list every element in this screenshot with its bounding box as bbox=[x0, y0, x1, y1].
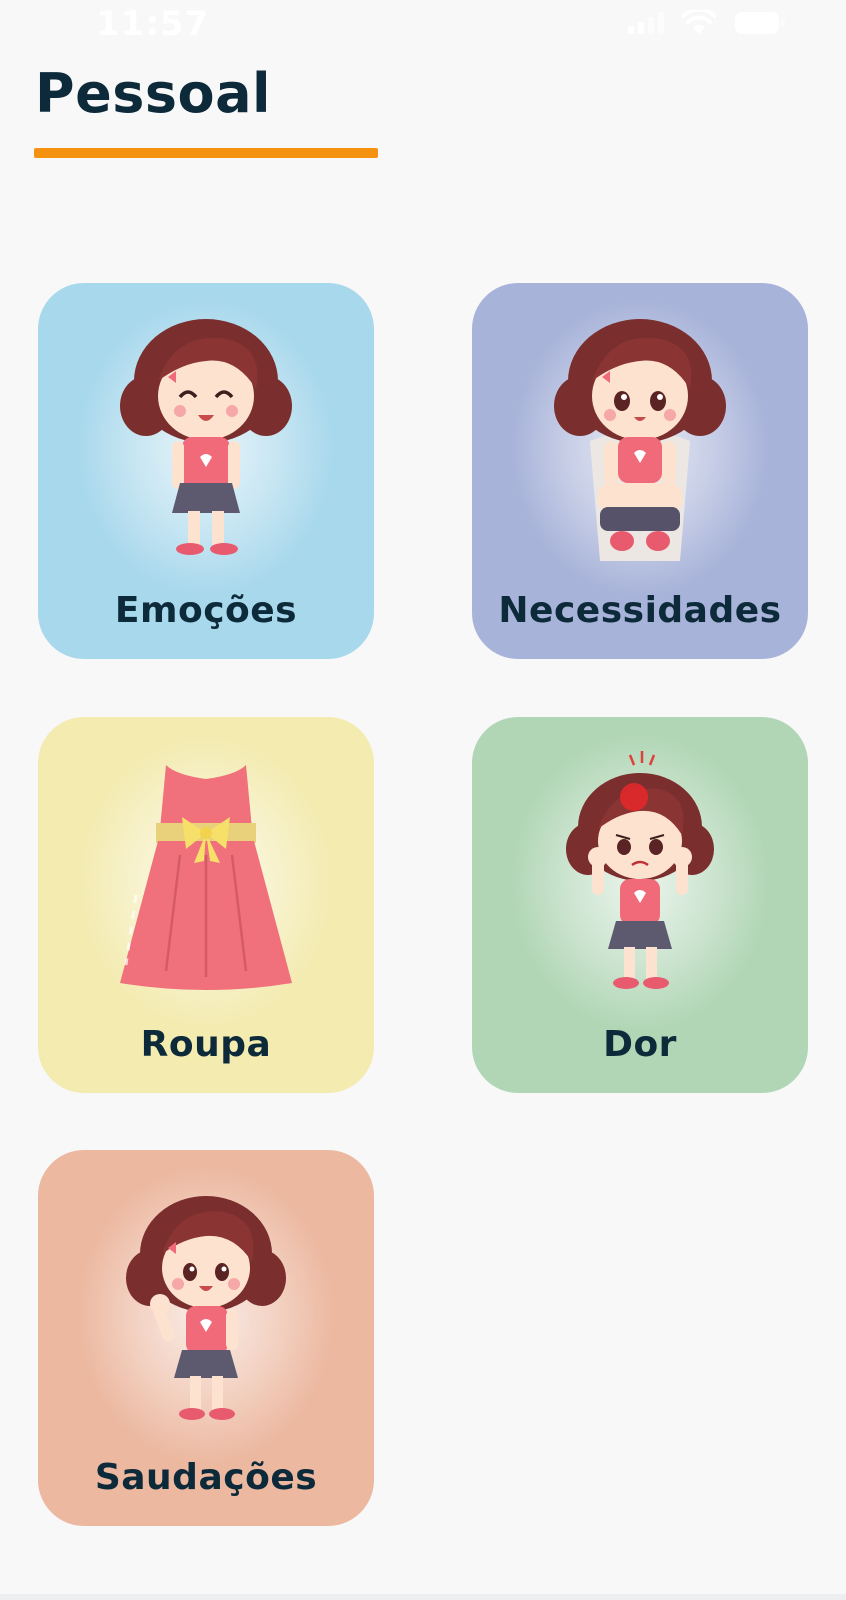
category-label: Necessidades bbox=[498, 590, 782, 631]
status-bar: 11:57 bbox=[0, 0, 846, 46]
category-label: Dor bbox=[603, 1024, 677, 1065]
category-label: Roupa bbox=[140, 1024, 272, 1065]
category-tile-emocoes[interactable]: Emoções bbox=[38, 283, 374, 659]
status-time: 11:57 bbox=[96, 4, 210, 44]
category-label: Emoções bbox=[114, 590, 298, 631]
page-title: Pessoal bbox=[35, 62, 272, 125]
cellular-signal-icon bbox=[628, 12, 664, 34]
girl-on-toilet-illustration bbox=[554, 319, 726, 561]
category-tile-necessidades[interactable]: Necessidades bbox=[472, 283, 808, 659]
girl-waving-illustration bbox=[126, 1196, 286, 1420]
battery-icon bbox=[734, 10, 786, 36]
bottom-divider bbox=[0, 1594, 846, 1600]
app-screen: 11:57 Pessoal Emoções Necessidades Roupa… bbox=[0, 0, 846, 1600]
category-tile-roupa[interactable]: Roupa bbox=[38, 717, 374, 1093]
category-tile-dor[interactable]: Dor bbox=[472, 717, 808, 1093]
category-tile-saudacoes[interactable]: Saudações bbox=[38, 1150, 374, 1526]
category-label: Saudações bbox=[94, 1457, 318, 1498]
pink-dress-illustration bbox=[120, 765, 292, 990]
happy-girl-illustration bbox=[120, 319, 292, 555]
status-icons bbox=[628, 8, 786, 38]
title-underline bbox=[34, 148, 378, 158]
girl-headache-illustration bbox=[566, 751, 714, 989]
wifi-icon bbox=[682, 10, 716, 36]
